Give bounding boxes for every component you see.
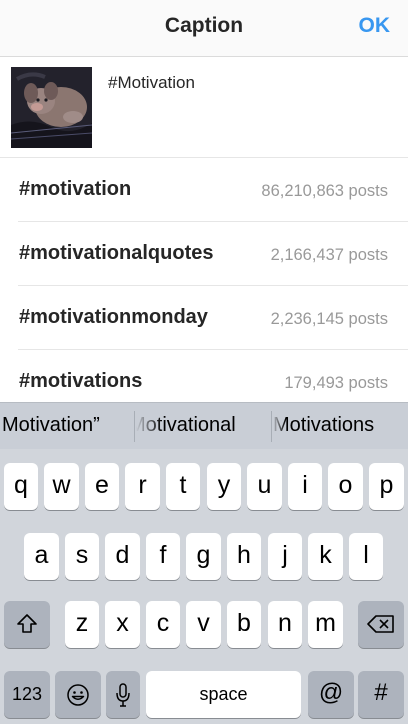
key-d[interactable]: d bbox=[105, 533, 140, 580]
hashtag-label: #motivationalquotes bbox=[19, 242, 214, 264]
post-count: 2,166,437 posts bbox=[270, 246, 388, 264]
post-count: 2,236,145 posts bbox=[270, 310, 388, 328]
key-r[interactable]: r bbox=[125, 463, 160, 510]
prediction-3-label: Motivations bbox=[273, 414, 375, 436]
key-f[interactable]: f bbox=[146, 533, 180, 580]
list-item[interactable]: #motivationmonday 2,236,145 posts bbox=[18, 286, 408, 350]
prediction-3[interactable]: Motivations bbox=[272, 403, 408, 449]
prediction-1[interactable]: Motivation” bbox=[0, 403, 134, 449]
caption-composer: #Motivation bbox=[0, 57, 408, 158]
hashtag-label: #motivation bbox=[19, 178, 132, 200]
key-y[interactable]: y bbox=[207, 463, 241, 510]
emoji-key[interactable] bbox=[55, 671, 101, 718]
divider bbox=[134, 411, 135, 442]
ok-button[interactable]: OK bbox=[359, 14, 391, 38]
key-b[interactable]: b bbox=[227, 601, 261, 648]
page-title: Caption bbox=[164, 14, 244, 37]
backspace-icon bbox=[367, 615, 394, 633]
dictation-key[interactable] bbox=[106, 671, 140, 718]
hashtag-label: #motivations bbox=[19, 370, 143, 392]
key-k[interactable]: k bbox=[308, 533, 343, 580]
space-key[interactable]: space bbox=[146, 671, 301, 718]
predictive-text-bar: Motivation” Motivational Motivations bbox=[0, 402, 408, 449]
key-t[interactable]: t bbox=[166, 463, 200, 510]
at-key[interactable]: @ bbox=[308, 671, 354, 718]
key-l[interactable]: l bbox=[349, 533, 383, 580]
prediction-1-label: Motivation” bbox=[2, 414, 100, 436]
key-e[interactable]: e bbox=[85, 463, 119, 510]
key-m[interactable]: m bbox=[308, 601, 343, 648]
prediction-2-label: Motivational bbox=[136, 414, 236, 436]
keyboard: q w e r t y u i o p a s d f g h j k l z … bbox=[0, 449, 408, 724]
microphone-icon bbox=[116, 683, 130, 707]
emoji-icon bbox=[67, 684, 89, 706]
key-u[interactable]: u bbox=[247, 463, 282, 510]
shift-key[interactable] bbox=[4, 601, 50, 648]
key-n[interactable]: n bbox=[268, 601, 302, 648]
key-v[interactable]: v bbox=[186, 601, 221, 648]
key-s[interactable]: s bbox=[65, 533, 99, 580]
key-c[interactable]: c bbox=[146, 601, 180, 648]
hash-key[interactable]: # bbox=[358, 671, 404, 718]
hashtag-label: #motivationmonday bbox=[19, 306, 208, 328]
post-count: 179,493 posts bbox=[284, 374, 388, 392]
key-i[interactable]: i bbox=[288, 463, 322, 510]
post-count: 86,210,863 posts bbox=[261, 182, 388, 200]
post-thumbnail bbox=[11, 67, 92, 148]
key-h[interactable]: h bbox=[227, 533, 261, 580]
key-a[interactable]: a bbox=[24, 533, 59, 580]
key-p[interactable]: p bbox=[369, 463, 404, 510]
key-q[interactable]: q bbox=[4, 463, 38, 510]
key-g[interactable]: g bbox=[186, 533, 221, 580]
shift-icon bbox=[17, 614, 37, 633]
caption-input[interactable]: #Motivation bbox=[108, 73, 195, 93]
key-z[interactable]: z bbox=[65, 601, 99, 648]
numbers-key[interactable]: 123 bbox=[4, 671, 50, 718]
key-o[interactable]: o bbox=[328, 463, 363, 510]
list-item[interactable]: #motivation 86,210,863 posts bbox=[18, 158, 408, 222]
hashtag-suggestion-list: #motivation 86,210,863 posts #motivation… bbox=[0, 158, 408, 414]
key-w[interactable]: w bbox=[44, 463, 79, 510]
key-j[interactable]: j bbox=[268, 533, 302, 580]
list-item[interactable]: #motivationalquotes 2,166,437 posts bbox=[18, 222, 408, 286]
delete-key[interactable] bbox=[358, 601, 404, 648]
key-x[interactable]: x bbox=[105, 601, 140, 648]
nav-bar: Caption OK bbox=[0, 0, 408, 57]
prediction-2[interactable]: Motivational bbox=[136, 403, 270, 449]
